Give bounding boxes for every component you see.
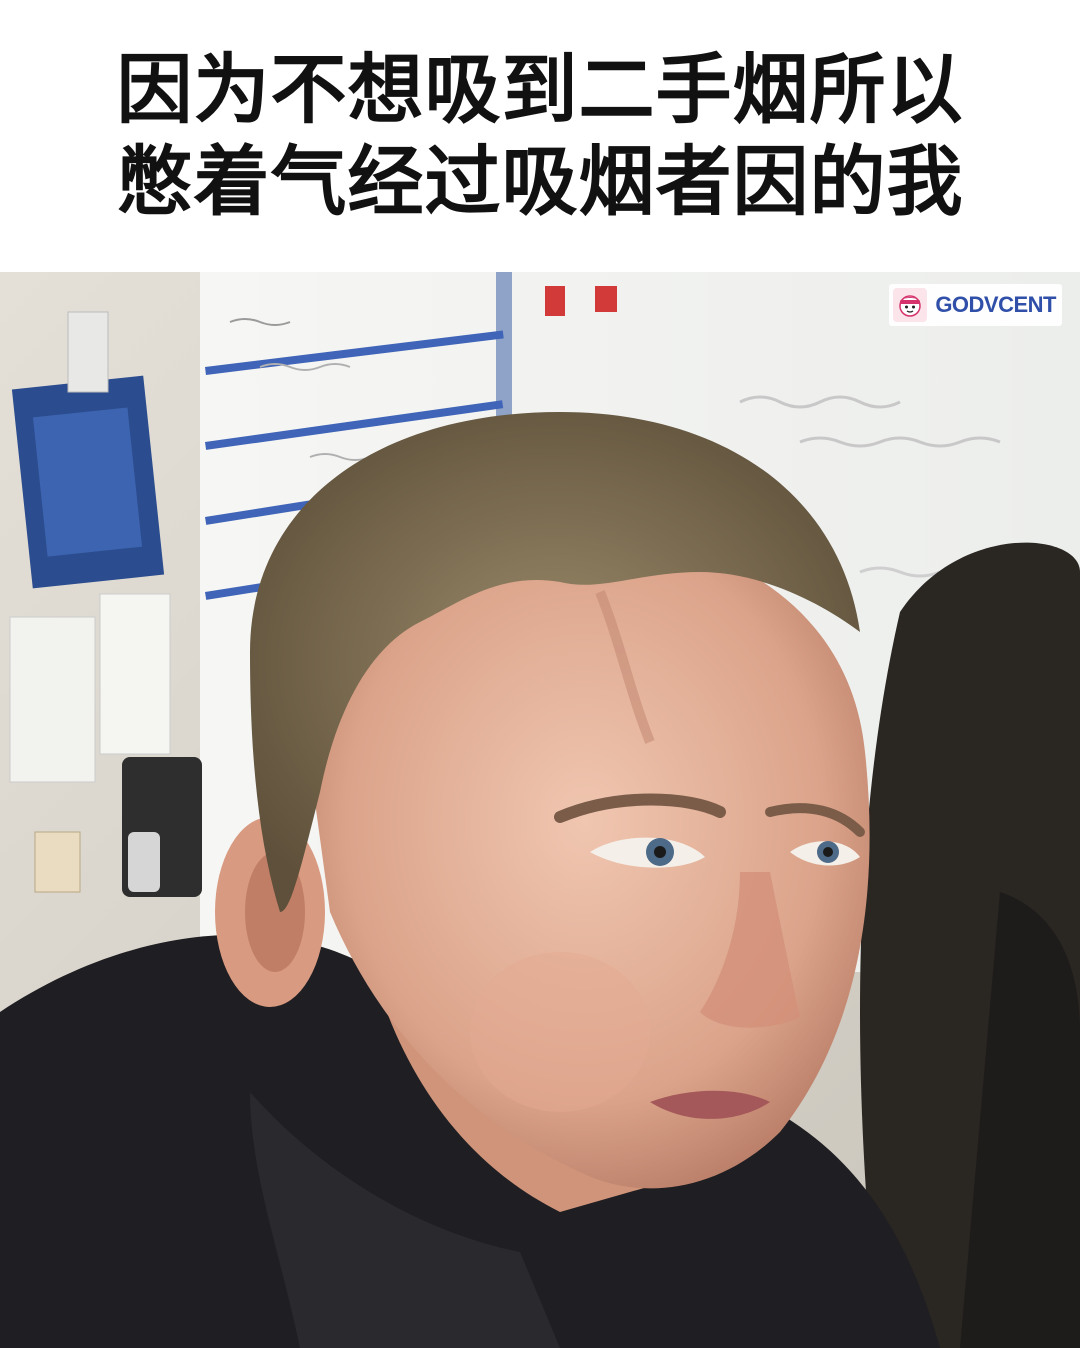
cartoon-face-icon [893, 288, 928, 322]
caption-line-2: 憋着气经过吸烟者因的我 [116, 137, 964, 226]
photo-illustration [0, 272, 1080, 1348]
caption-line-1: 因为不想吸到二手烟所以 [116, 45, 964, 134]
meme-photo: GODVCENT [0, 272, 1080, 1348]
meme-caption: 因为不想吸到二手烟所以 憋着气经过吸烟者因的我 [0, 0, 1080, 272]
watermark: GODVCENT [889, 284, 1062, 326]
watermark-text: GODVCENT [935, 292, 1056, 317]
